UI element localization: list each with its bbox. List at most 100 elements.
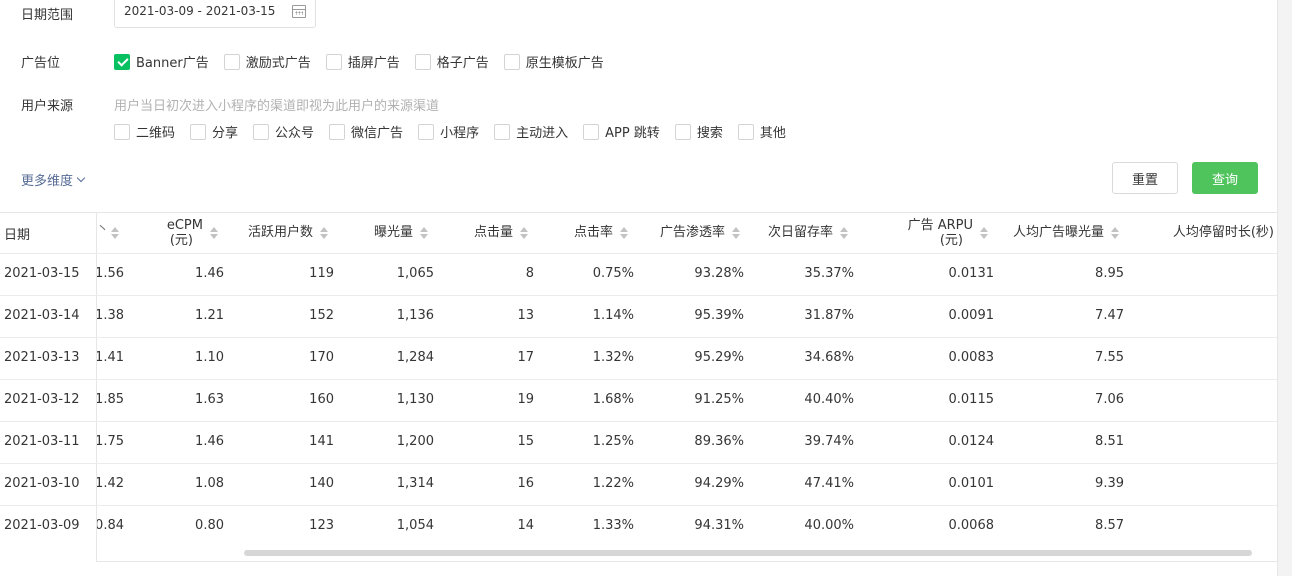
user-source-option[interactable]: 公众号 (253, 122, 314, 141)
checkbox-checked-icon[interactable] (114, 53, 130, 70)
column-header[interactable]: 广告渗透率 (660, 225, 725, 240)
ad-slot-option[interactable]: 激励式广告 (223, 52, 311, 71)
sort-icon[interactable] (732, 227, 740, 239)
sort-icon[interactable] (111, 227, 119, 239)
checkbox-icon[interactable] (418, 123, 435, 140)
user-source-option-label: 微信广告 (351, 126, 404, 141)
sort-icon[interactable] (980, 227, 988, 239)
table-cell: 1.32% (592, 350, 634, 365)
user-source-option[interactable]: 其他 (737, 122, 786, 141)
column-header[interactable]: 人均停留时长(秒) (1173, 225, 1274, 240)
user-source-option[interactable]: 微信广告 (329, 122, 403, 141)
table-cell: 94.31% (694, 518, 744, 533)
table-cell: 95.29% (694, 350, 744, 365)
reset-button[interactable]: 重置 (1112, 162, 1178, 194)
user-source-options: 二维码 分享 公众号 微信广告 小程序 主动进入 APP 跳转 搜索 其他 (114, 122, 801, 141)
column-header-label: eCPM (166, 218, 203, 233)
page-scrollbar-track[interactable] (1277, 0, 1292, 576)
table-cell: 1.25% (592, 434, 634, 449)
column-header-label: 曝光量 (373, 225, 413, 240)
table-cell: 1.42 (95, 476, 124, 491)
column-header[interactable]: 人均广告曝光量 (1013, 225, 1104, 240)
table-cell: 0.0083 (948, 350, 995, 365)
date-range-value: 2021-03-09 - 2021-03-15 (124, 4, 276, 18)
checkbox-icon[interactable] (325, 53, 342, 70)
column-header-label: 点击量 (473, 225, 513, 240)
row-divider (0, 505, 1277, 506)
column-header[interactable]: 活跃用户数 (248, 225, 313, 240)
ad-slot-option[interactable]: 格子广告 (414, 52, 489, 71)
row-divider (0, 421, 1277, 422)
sort-icon[interactable] (520, 227, 528, 239)
date-cell: 2021-03-09 (4, 518, 80, 533)
table-cell: 13 (517, 308, 534, 323)
user-source-option-label: APP 跳转 (605, 126, 660, 141)
row-divider (0, 253, 1277, 254)
ad-slot-option[interactable]: 原生模板广告 (503, 52, 604, 71)
column-header[interactable]: 次日留存率 (768, 225, 833, 240)
table-cell: 40.40% (804, 392, 854, 407)
sort-icon[interactable] (840, 227, 848, 239)
checkbox-icon[interactable] (414, 53, 431, 70)
table-cell: 152 (309, 308, 334, 323)
user-source-option[interactable]: 分享 (190, 122, 238, 141)
query-button[interactable]: 查询 (1192, 162, 1258, 194)
row-divider (0, 253, 97, 254)
column-header[interactable]: 广告 ARPU (元) (908, 218, 973, 248)
checkbox-icon[interactable] (503, 53, 520, 70)
checkbox-icon[interactable] (329, 123, 346, 140)
table-cell: 1.33% (592, 518, 634, 533)
column-header[interactable]: 曝光量 (374, 225, 413, 240)
table-cell: 160 (309, 392, 334, 407)
checkbox-icon[interactable] (494, 123, 511, 140)
table-cell: 47.41% (804, 476, 854, 491)
row-divider (0, 295, 1277, 296)
column-header[interactable]: 点击量 (474, 225, 513, 240)
sort-icon[interactable] (320, 227, 328, 239)
table-cell: 1,284 (396, 350, 434, 365)
table-cell: 0.84 (95, 518, 124, 533)
user-source-option[interactable]: APP 跳转 (583, 122, 660, 141)
checkbox-icon[interactable] (737, 123, 754, 140)
column-header-label: 广告渗透率 (659, 225, 725, 240)
table-cell: 1.08 (195, 476, 224, 491)
checkbox-icon[interactable] (114, 123, 130, 140)
column-header-label: 点击率 (573, 225, 613, 240)
calendar-icon[interactable] (292, 5, 306, 18)
table-cell: 91.25% (694, 392, 744, 407)
user-source-option[interactable]: 小程序 (418, 122, 479, 141)
more-dimensions-toggle[interactable]: 更多维度 (21, 170, 86, 189)
ad-slot-options: Banner广告 激励式广告 插屏广告 格子广告 原生模板广告 (114, 52, 619, 71)
horizontal-scrollbar[interactable] (244, 550, 1252, 556)
user-source-option[interactable]: 主动进入 (494, 122, 568, 141)
checkbox-icon[interactable] (190, 123, 207, 140)
date-range-picker[interactable]: 2021-03-09 - 2021-03-15 (114, 0, 316, 28)
table-cell: 0.80 (195, 518, 224, 533)
checkbox-icon[interactable] (583, 123, 600, 140)
sort-icon[interactable] (1111, 227, 1119, 239)
table-cell: 1.41 (95, 350, 124, 365)
hidden-column-header[interactable]: 丶 (96, 218, 109, 237)
checkbox-icon[interactable] (223, 53, 240, 70)
checkbox-icon[interactable] (253, 123, 270, 140)
table-cell: 7.06 (1095, 392, 1124, 407)
table-cell: 1,136 (396, 308, 434, 323)
column-header[interactable]: eCPM (元) (167, 218, 203, 248)
sort-icon[interactable] (210, 227, 218, 239)
ad-slot-option[interactable]: Banner广告 (114, 52, 209, 71)
table-cell: 8.95 (1095, 266, 1124, 281)
column-header[interactable]: 点击率 (574, 225, 613, 240)
sort-icon[interactable] (620, 227, 628, 239)
user-source-option-label: 主动进入 (516, 126, 569, 141)
date-column-header[interactable]: 日期 (4, 224, 30, 243)
table-cell: 123 (309, 518, 334, 533)
checkbox-icon[interactable] (674, 123, 691, 140)
user-source-option[interactable]: 搜索 (674, 122, 723, 141)
sort-icon[interactable] (420, 227, 428, 239)
table-cell: 15 (517, 434, 534, 449)
data-table: 日期 2021-03-15 2021-03-14 2021-03-13 2021-03-… (0, 212, 1277, 562)
table-cell: 19 (517, 392, 534, 407)
user-source-option-label: 搜索 (696, 126, 723, 141)
ad-slot-option[interactable]: 插屏广告 (325, 52, 400, 71)
user-source-option[interactable]: 二维码 (114, 122, 175, 141)
